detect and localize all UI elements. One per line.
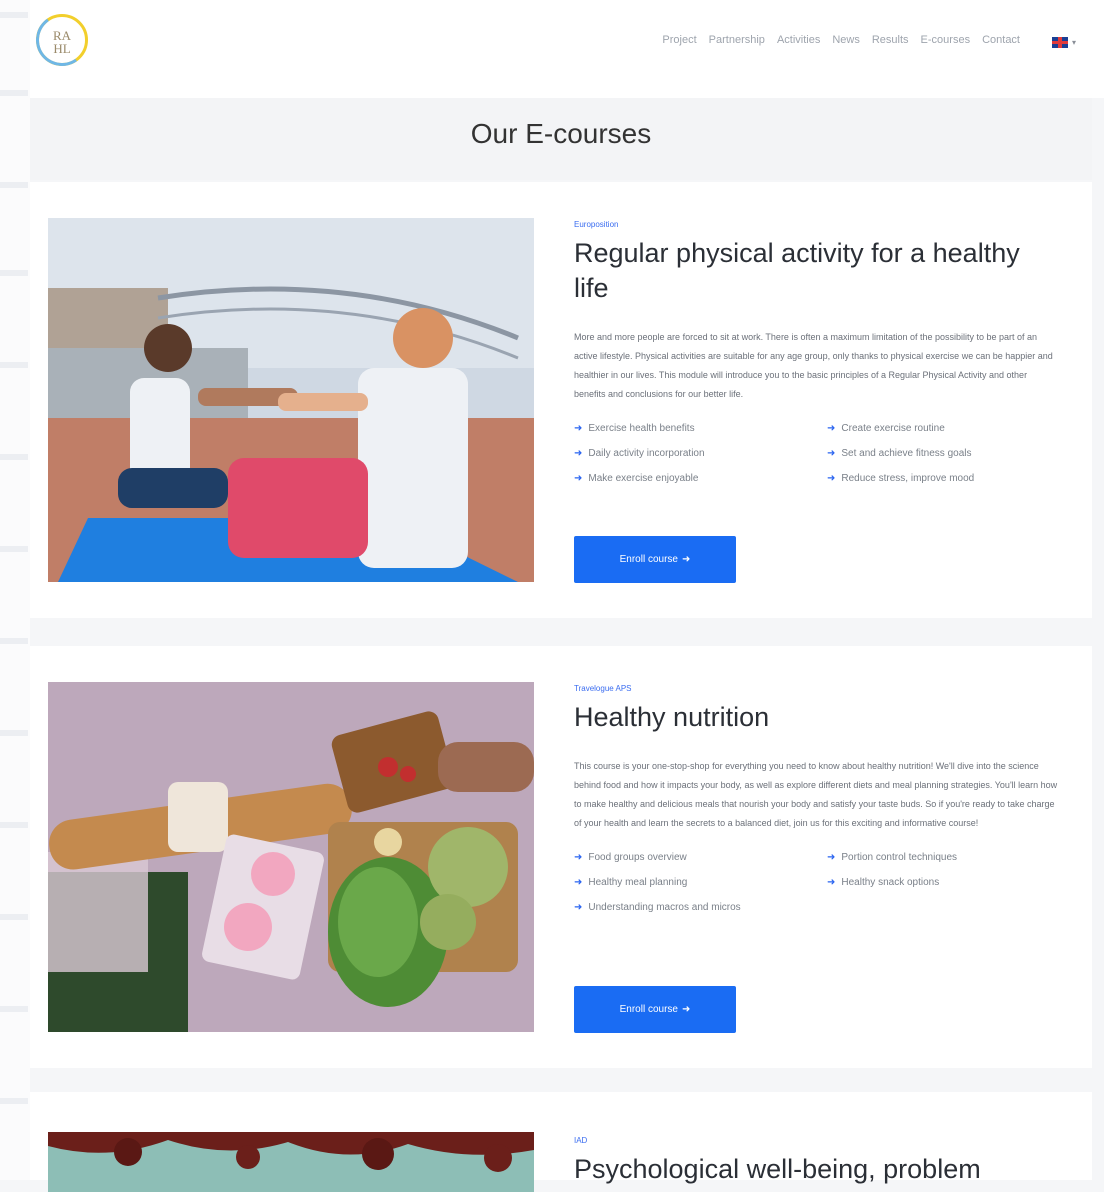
bullet-item: ➜ Healthy meal planning: [574, 874, 827, 891]
bullet-text: Reduce stress, improve mood: [841, 473, 975, 484]
bullet-item: ➜ Daily activity incorporation: [574, 445, 827, 462]
course-description: This course is your one-stop-shop for ev…: [574, 761, 1058, 828]
nav-results[interactable]: Results: [872, 34, 909, 46]
arrow-right-icon: ➜: [827, 877, 836, 888]
course-card: Europosition Regular physical activity f…: [30, 182, 1092, 618]
bullet-text: Healthy meal planning: [588, 877, 688, 888]
bullet-item: ➜ Exercise health benefits: [574, 420, 827, 437]
arrow-right-icon: ➜: [681, 1004, 691, 1015]
bullet-text: Healthy snack options: [841, 877, 940, 888]
course-card: IAD Psychological well-being, problem: [30, 1092, 1092, 1192]
nav-e-courses[interactable]: E-courses: [921, 34, 971, 46]
nav-contact[interactable]: Contact: [982, 34, 1020, 46]
bullet-item: ➜ Understanding macros and micros: [574, 899, 827, 916]
arrow-right-icon: ➜: [574, 448, 583, 459]
bullet-text: Create exercise routine: [841, 423, 945, 434]
course-category: Europosition: [574, 220, 619, 229]
course-content: Travelogue APS Healthy nutrition This co…: [574, 682, 1060, 916]
page-title: Our E-courses: [470, 118, 652, 149]
logo-letters: RA HL: [52, 28, 72, 56]
course-bullets: ➜ Exercise health benefits ➜ Create exerci…: [574, 420, 1060, 487]
bullet-text: Daily activity incorporation: [588, 448, 705, 459]
bullet-item: ➜ Food groups overview: [574, 849, 827, 866]
course-card: Travelogue APS Healthy nutrition This co…: [30, 646, 1092, 1068]
bullet-text: Food groups overview: [588, 852, 687, 863]
bullet-text: Understanding macros and micros: [588, 902, 741, 913]
main-nav: Project Partnership Activities News Resu…: [662, 34, 1020, 46]
enroll-course-button[interactable]: Enroll course ➜: [574, 536, 736, 583]
course-title: Healthy nutrition: [574, 702, 770, 732]
left-edge-strip: [0, 0, 30, 1180]
course-title: Psychological well-being, problem: [574, 1154, 981, 1184]
bullet-text: Set and achieve fitness goals: [841, 448, 972, 459]
enroll-label: Enroll course: [619, 1004, 678, 1015]
course-category: IAD: [574, 1136, 588, 1145]
nav-activities[interactable]: Activities: [777, 34, 820, 46]
course-image-nutrition: [48, 682, 534, 1032]
bullet-item: ➜ Make exercise enjoyable: [574, 470, 827, 487]
course-category: Travelogue APS: [574, 684, 632, 693]
nav-news[interactable]: News: [832, 34, 860, 46]
language-switcher[interactable]: ▾: [1051, 37, 1076, 48]
arrow-right-icon: ➜: [681, 554, 691, 565]
arrow-right-icon: ➜: [574, 423, 583, 434]
course-description: More and more people are forced to sit a…: [574, 332, 1053, 399]
bullet-text: Exercise health benefits: [588, 423, 695, 434]
site-logo[interactable]: RA HL: [36, 14, 88, 66]
bullet-item: ➜ Set and achieve fitness goals: [827, 445, 1060, 462]
bullet-item: ➜ Reduce stress, improve mood: [827, 470, 1060, 487]
arrow-right-icon: ➜: [827, 473, 836, 484]
arrow-right-icon: ➜: [827, 448, 836, 459]
bullet-text: Make exercise enjoyable: [588, 473, 699, 484]
page-title-bar: Our E-courses: [30, 98, 1092, 180]
course-image-fitness: [48, 218, 534, 582]
arrow-right-icon: ➜: [827, 423, 836, 434]
bullet-text: Portion control techniques: [841, 852, 958, 863]
chevron-down-icon: ▾: [1071, 38, 1076, 47]
course-title: Regular physical activity for a healthy …: [574, 238, 1020, 303]
bullet-item: ➜ Create exercise routine: [827, 420, 1060, 437]
site-header: RA HL Project Partnership Activities New…: [30, 0, 1104, 98]
bullet-item: ➜ Portion control techniques: [827, 849, 1060, 866]
arrow-right-icon: ➜: [574, 852, 583, 863]
course-content: Europosition Regular physical activity f…: [574, 218, 1060, 487]
arrow-right-icon: ➜: [574, 902, 583, 913]
bullet-item: ➜ Healthy snack options: [827, 874, 1060, 891]
arrow-right-icon: ➜: [827, 852, 836, 863]
enroll-label: Enroll course: [619, 554, 678, 565]
course-content: IAD Psychological well-being, problem: [574, 1134, 1060, 1187]
course-image-wellbeing: [48, 1132, 534, 1192]
uk-flag-icon: [1051, 37, 1068, 48]
course-bullets: ➜ Food groups overview ➜ Portion control t…: [574, 849, 1060, 916]
arrow-right-icon: ➜: [574, 877, 583, 888]
nav-partnership[interactable]: Partnership: [709, 34, 765, 46]
arrow-right-icon: ➜: [574, 473, 583, 484]
nav-project[interactable]: Project: [662, 34, 696, 46]
enroll-course-button[interactable]: Enroll course ➜: [574, 986, 736, 1033]
